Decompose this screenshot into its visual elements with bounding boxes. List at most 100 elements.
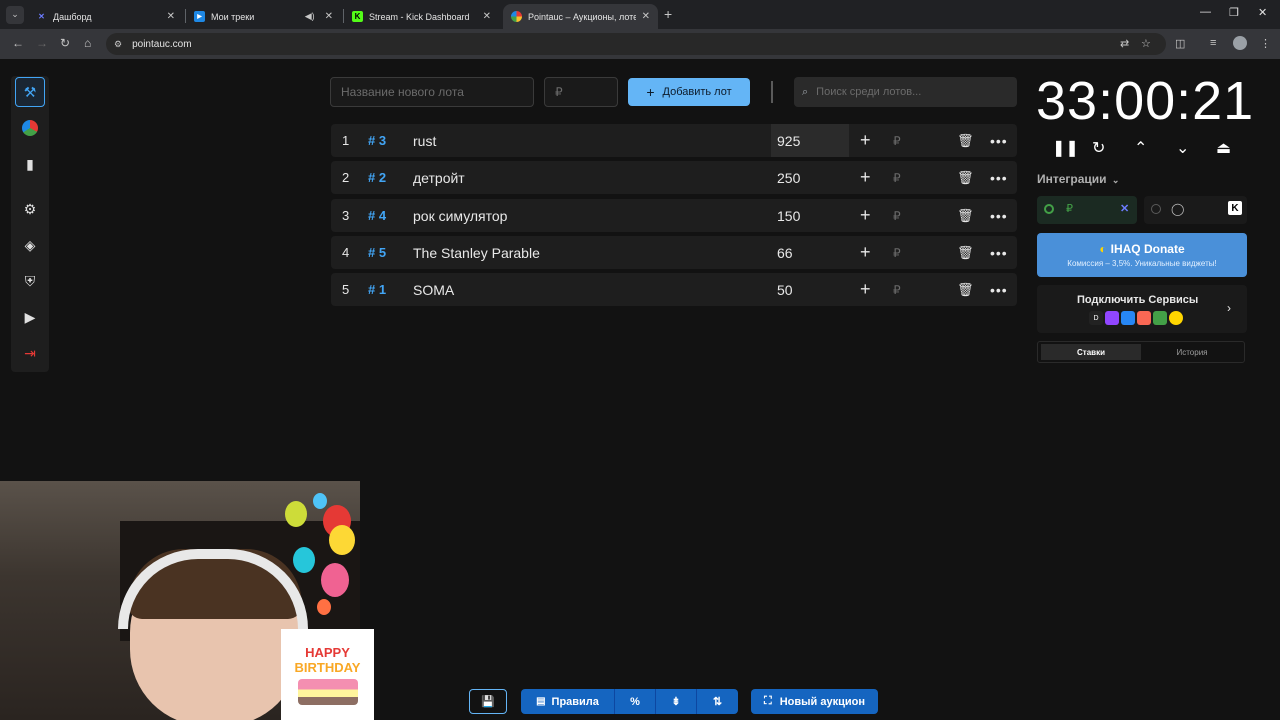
add-lot-button[interactable]: + Добавить лот [628,78,750,106]
reload-icon[interactable]: ↻ [60,36,70,50]
lot-amount[interactable]: 66 [771,236,849,269]
chevron-down-icon[interactable]: ⌄ [1176,138,1189,158]
maximize-icon[interactable]: ❐ [1229,6,1239,19]
service-icons: D [1089,311,1183,325]
integration-kick-toggle[interactable]: ◯ K [1144,196,1247,224]
bookmark-star-icon[interactable]: ☆ [1141,37,1151,50]
sort-icon[interactable]: ⇅ [697,689,738,714]
close-tab-icon[interactable]: ✕ [642,11,650,22]
twitch-icon [1105,311,1119,325]
add-amount-button[interactable]: + [860,124,871,157]
back-icon[interactable]: ← [12,36,24,50]
ihaq-donate-banner[interactable]: ◐ IHAQ Donate Комиссия – 3,5%. Уникальные… [1037,233,1247,277]
kick-x-icon: ✕ [38,12,45,21]
url-text: pointauc.com [132,38,192,50]
tab-bids[interactable]: Ставки [1041,344,1141,360]
auction-hammer-icon[interactable]: ⚒ [15,77,45,107]
wheel-icon[interactable] [15,113,45,143]
add-amount-button[interactable]: + [860,161,871,194]
more-options-icon[interactable]: ••• [990,161,1008,194]
reset-icon[interactable]: ↻ [1092,138,1105,158]
kick-icon: K [1228,201,1242,215]
new-lot-amount-input[interactable]: ₽ [544,77,618,107]
add-amount-button[interactable]: + [860,273,871,306]
balloon [285,501,307,527]
lot-amount[interactable]: 150 [771,199,849,232]
delete-trash-icon[interactable]: 🗑 [957,273,974,306]
lot-amount[interactable]: 250 [771,161,849,194]
close-window-icon[interactable]: ✕ [1258,6,1267,19]
settings-gear-icon[interactable]: ⚙ [15,194,45,224]
lot-row: 4 # 5 The Stanley Parable 66 + ₽ 🗑 ••• [331,236,1017,269]
add-amount-button[interactable]: + [860,236,871,269]
profile-avatar[interactable] [1233,36,1247,50]
percent-button[interactable]: % [615,689,656,714]
donationalerts-icon: D [1089,311,1103,325]
patreon-icon [1137,311,1151,325]
shield-icon[interactable]: ⛨ [15,266,45,296]
lot-amount[interactable]: 50 [771,273,849,306]
browser-tab-tracks[interactable]: ▶ Мои треки ◀) ✕ [186,4,341,29]
delete-trash-icon[interactable]: 🗑 [957,199,974,232]
integrations-toggle[interactable]: Интеграции ⌄ [1037,172,1119,186]
new-auction-button[interactable]: ⛶ Новый аукцион [751,689,878,714]
more-options-icon[interactable]: ••• [990,124,1008,157]
kebab-menu-icon[interactable]: ⋮ [1260,37,1271,50]
close-tab-icon[interactable]: ✕ [483,11,491,22]
pause-icon[interactable]: ❚❚ [1052,138,1079,158]
translate-icon[interactable]: ⇄ [1120,37,1129,50]
add-amount-button[interactable]: + [860,199,871,232]
integration-donation-toggle[interactable]: ₽ ✕ [1037,196,1137,224]
birthday-balloons [265,481,360,621]
rules-button[interactable]: ▤ Правила [521,689,615,714]
close-tab-icon[interactable]: ✕ [325,11,333,22]
tab-search-icon[interactable]: ⌄ [6,5,24,24]
minimize-icon[interactable]: — [1200,6,1211,18]
balloon [317,599,331,615]
delete-trash-icon[interactable]: 🗑 [957,236,974,269]
lot-search-input[interactable]: ⌕ Поиск среди лотов... [794,77,1017,107]
chevron-down-icon: ⌄ [1111,175,1120,185]
lot-amount[interactable]: 925 [771,124,849,157]
bids-history-tabs: Ставки История [1037,341,1245,363]
logout-icon[interactable]: ⇥ [15,338,45,368]
close-tab-icon[interactable]: ✕ [167,11,175,22]
ukraine-heart-icon: ◐ [1099,242,1107,256]
address-bar[interactable]: ⚙ pointauc.com [106,33,1166,55]
more-options-icon[interactable]: ••• [990,236,1008,269]
more-options-icon[interactable]: ••• [990,199,1008,232]
goodgame-icon [1153,311,1167,325]
sidebar: ⚒ ▮ ⚙ ◈ ⛨ ▶ ⇥ [11,76,49,372]
new-lot-name-input[interactable]: Название нового лота [330,77,534,107]
site-info-icon[interactable]: ⚙ [114,39,122,50]
home-icon[interactable]: ⌂ [84,36,91,50]
video-library-icon[interactable]: ▶ [15,302,45,332]
split-icon[interactable]: ⇟ [656,689,697,714]
happy-birthday-sticker: HAPPY BIRTHDAY [281,629,374,720]
lot-row: 2 # 2 детройт 250 + ₽ 🗑 ••• [331,161,1017,194]
browser-tab-kick[interactable]: K Stream - Kick Dashboard ✕ [344,4,499,29]
chevron-up-icon[interactable]: ⌃ [1134,138,1147,158]
save-icon[interactable]: 💾 [469,689,507,714]
speaker-icon[interactable]: ◀) [305,11,315,22]
delete-trash-icon[interactable]: 🗑 [957,161,974,194]
timer-circle-icon: ◯ [1171,202,1185,216]
lot-row: 5 # 1 SOMA 50 + ₽ 🗑 ••• [331,273,1017,306]
tab-history[interactable]: История [1142,344,1242,360]
auction-controls-group: ▤ Правила % ⇟ ⇅ [521,689,738,714]
browser-tab-dashboard[interactable]: ✕ Дашборд ✕ [28,4,183,29]
lot-row: 1 # 3 rust 925 + ₽ 🗑 ••• [331,124,1017,157]
statistics-icon[interactable]: ▮ [15,149,45,179]
balloon [321,563,349,597]
connect-services-card[interactable]: Подключить Сервисы D › [1037,285,1247,333]
inactive-radio-icon [1151,204,1161,214]
forward-icon[interactable]: → [36,36,48,50]
browser-tab-pointauc[interactable]: Pointauc – Аукционы, лотерея ✕ [503,4,658,29]
more-options-icon[interactable]: ••• [990,273,1008,306]
new-tab-icon[interactable]: + [664,6,672,22]
layers-icon[interactable]: ◈ [15,230,45,260]
delete-trash-icon[interactable]: 🗑 [957,124,974,157]
double-chevron-up-icon[interactable]: ⏏ [1216,138,1231,158]
media-control-icon[interactable]: ≡ [1210,37,1216,49]
extensions-icon[interactable]: ◫ [1175,37,1185,50]
